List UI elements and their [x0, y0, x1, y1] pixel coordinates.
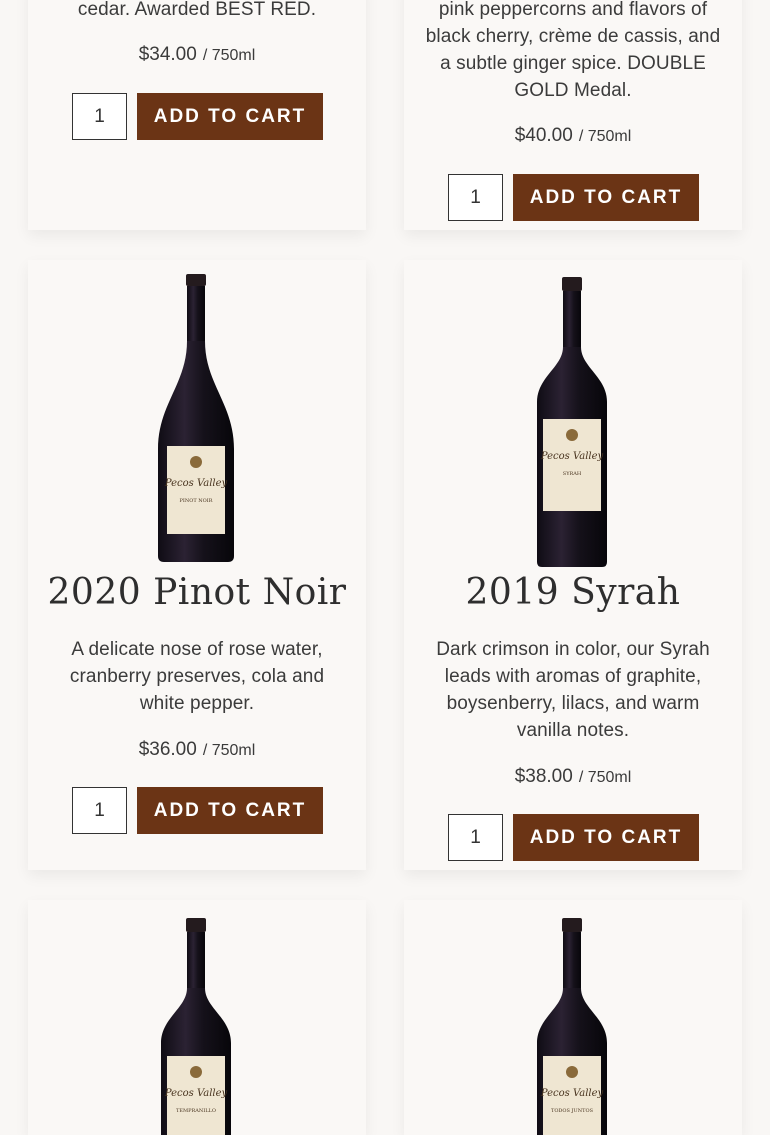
- label-brand: Pecos Valley: [540, 1088, 604, 1099]
- price-value: $34.00: [138, 44, 197, 65]
- wine-bottle-image: Pecos Valley TEMPRANILLO: [161, 918, 231, 1135]
- quantity-input[interactable]: [72, 93, 127, 140]
- cart-row: ADD TO CART: [404, 174, 742, 221]
- description-line: GOLD Medal.: [514, 80, 632, 101]
- label-varietal: TODOS JUNTOS: [551, 1108, 594, 1114]
- product-title: 2020 Pinot Noir: [47, 572, 347, 613]
- product-card: Pecos Valley TODOS JUNTOS: [404, 900, 742, 1135]
- description-line: black cherry, crème de cassis, and: [425, 26, 721, 47]
- label-brand: Pecos Valley: [540, 451, 604, 462]
- product-card: cedar. Awarded BEST RED. $34.00 / 750ml A…: [28, 0, 366, 230]
- label-varietal: PINOT NOIR: [180, 498, 213, 504]
- cart-row: ADD TO CART: [28, 787, 366, 834]
- quantity-input[interactable]: [72, 787, 127, 834]
- description-line: a subtle ginger spice. DOUBLE: [440, 53, 706, 74]
- cart-row: ADD TO CART: [404, 814, 742, 861]
- product-description: cedar. Awarded BEST RED.: [28, 0, 366, 23]
- wine-bottle-image: Pecos Valley PINOT NOIR: [158, 274, 234, 562]
- price-value: $40.00: [514, 125, 573, 146]
- product-title: 2019 Syrah: [465, 572, 681, 613]
- product-price: $38.00 / 750ml: [404, 766, 742, 788]
- product-card: Pecos Valley PINOT NOIR 2020 Pinot Noir …: [28, 260, 366, 870]
- description-line: cranberry preserves, cola and: [69, 666, 325, 687]
- add-to-cart-button[interactable]: ADD TO CART: [137, 787, 323, 834]
- product-price: $40.00 / 750ml: [404, 125, 742, 147]
- product-description: pink peppercorns and flavors of black ch…: [404, 0, 742, 104]
- quantity-input[interactable]: [448, 814, 503, 861]
- add-to-cart-button[interactable]: ADD TO CART: [137, 93, 323, 140]
- product-card: Pecos Valley SYRAH 2019 Syrah Dark crims…: [404, 260, 742, 870]
- price-value: $38.00: [514, 766, 573, 787]
- description-line: cedar. Awarded BEST RED.: [77, 0, 317, 20]
- product-description: Dark crimson in color, our Syrah leads w…: [404, 636, 742, 744]
- add-to-cart-button[interactable]: ADD TO CART: [513, 174, 699, 221]
- description-line: leads with aromas of graphite,: [444, 666, 702, 687]
- price-unit: / 750ml: [578, 769, 632, 786]
- description-line: A delicate nose of rose water,: [71, 639, 323, 660]
- quantity-input[interactable]: [448, 174, 503, 221]
- label-varietal: SYRAH: [563, 471, 582, 477]
- price-value: $36.00: [138, 739, 197, 760]
- price-unit: / 750ml: [202, 47, 256, 64]
- label-brand: Pecos Valley: [164, 478, 228, 489]
- product-price: $36.00 / 750ml: [28, 739, 366, 761]
- product-price: $34.00 / 750ml: [28, 44, 366, 66]
- description-line: Dark crimson in color, our Syrah: [436, 639, 710, 660]
- description-line: boysenberry, lilacs, and warm: [446, 693, 700, 714]
- add-to-cart-button[interactable]: ADD TO CART: [513, 814, 699, 861]
- price-unit: / 750ml: [202, 742, 256, 759]
- wine-bottle-image: Pecos Valley SYRAH: [537, 277, 607, 567]
- description-line: pink peppercorns and flavors of: [438, 0, 708, 20]
- description-line: white pepper.: [139, 693, 255, 714]
- product-description: A delicate nose of rose water, cranberry…: [28, 636, 366, 717]
- label-brand: Pecos Valley: [164, 1088, 228, 1099]
- product-card: Pecos Valley TEMPRANILLO: [28, 900, 366, 1135]
- description-line: vanilla notes.: [516, 720, 630, 741]
- product-card: pink peppercorns and flavors of black ch…: [404, 0, 742, 230]
- wine-bottle-image: Pecos Valley TODOS JUNTOS: [537, 918, 607, 1135]
- label-varietal: TEMPRANILLO: [176, 1108, 216, 1114]
- price-unit: / 750ml: [578, 128, 632, 145]
- cart-row: ADD TO CART: [28, 93, 366, 140]
